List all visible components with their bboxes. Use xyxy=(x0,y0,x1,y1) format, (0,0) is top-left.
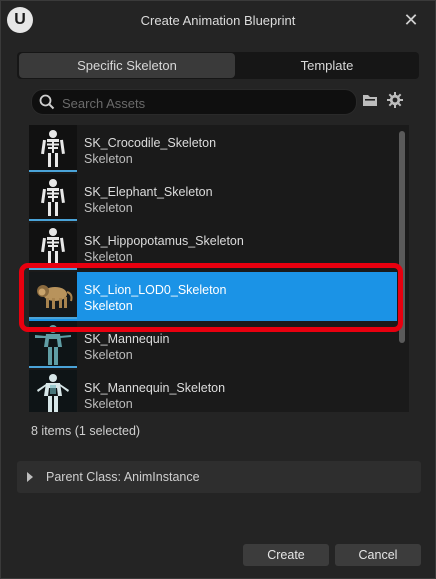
close-icon[interactable]: ✕ xyxy=(401,10,421,30)
tab-specific-skeleton[interactable]: Specific Skeleton xyxy=(19,53,235,78)
list-item-selected[interactable]: SK_Lion_LOD0_Skeleton Skeleton xyxy=(29,272,397,321)
skeleton-icon xyxy=(41,130,65,167)
thumbnail-accent-bar xyxy=(29,366,77,368)
asset-list[interactable]: SK_Crocodile_Skeleton Skeleton SK_Elepha… xyxy=(29,125,409,412)
create-animation-blueprint-dialog: U Create Animation Blueprint ✕ Specific … xyxy=(0,0,436,579)
lion-model-icon xyxy=(29,272,77,319)
asset-type: Skeleton xyxy=(84,299,133,313)
asset-type: Skeleton xyxy=(84,348,133,362)
search-input[interactable] xyxy=(60,93,350,113)
skeleton-thumbnail xyxy=(29,174,77,221)
search-box xyxy=(31,89,357,115)
asset-name: SK_Elephant_Skeleton xyxy=(84,185,213,199)
list-scrollbar[interactable] xyxy=(399,131,405,343)
asset-name: SK_Mannequin_Skeleton xyxy=(84,381,226,395)
mannequin-thumbnail xyxy=(29,321,77,368)
tab-bar: Specific Skeleton Template xyxy=(17,52,419,79)
asset-name: SK_Crocodile_Skeleton xyxy=(84,136,217,150)
title-bar[interactable]: U Create Animation Blueprint ✕ xyxy=(1,1,435,41)
list-item[interactable]: SK_Elephant_Skeleton Skeleton xyxy=(29,174,397,223)
list-item[interactable]: SK_Mannequin_Skeleton Skeleton xyxy=(29,370,397,412)
list-item[interactable]: SK_Hippopotamus_Skeleton Skeleton xyxy=(29,223,397,272)
mannequin-model-icon xyxy=(29,321,77,368)
asset-type: Skeleton xyxy=(84,250,133,264)
search-icon xyxy=(39,94,55,110)
dialog-title: Create Animation Blueprint xyxy=(140,13,296,28)
cancel-button[interactable]: Cancel xyxy=(335,544,421,566)
list-item[interactable]: SK_Mannequin Skeleton xyxy=(29,321,397,370)
list-item[interactable]: SK_Crocodile_Skeleton Skeleton xyxy=(29,125,397,174)
skeleton-thumbnail xyxy=(29,223,77,270)
thumbnail-accent-bar xyxy=(29,219,77,221)
skeleton-icon xyxy=(41,228,65,265)
thumbnail-accent-bar xyxy=(29,170,77,172)
chevron-right-icon xyxy=(27,472,33,482)
parent-class-label: Parent Class: AnimInstance xyxy=(46,470,200,484)
create-button[interactable]: Create xyxy=(243,544,329,566)
asset-name: SK_Hippopotamus_Skeleton xyxy=(84,234,244,248)
skeleton-icon xyxy=(41,179,65,216)
asset-type: Skeleton xyxy=(84,152,133,166)
mannequin-model-icon xyxy=(29,370,77,412)
gear-icon[interactable] xyxy=(386,91,404,109)
tab-template[interactable]: Template xyxy=(235,53,419,78)
asset-name: SK_Mannequin xyxy=(84,332,170,346)
asset-name: SK_Lion_LOD0_Skeleton xyxy=(84,283,227,297)
parent-class-expander[interactable]: Parent Class: AnimInstance xyxy=(17,461,421,493)
skeleton-thumbnail xyxy=(29,125,77,172)
item-count-status: 8 items (1 selected) xyxy=(31,424,141,438)
mannequin-thumbnail xyxy=(29,370,77,412)
lion-thumbnail xyxy=(29,272,77,319)
thumbnail-accent-bar xyxy=(29,268,77,270)
asset-type: Skeleton xyxy=(84,201,133,215)
folder-icon[interactable] xyxy=(361,91,379,109)
asset-type: Skeleton xyxy=(84,397,133,411)
thumbnail-accent-bar xyxy=(29,317,77,319)
